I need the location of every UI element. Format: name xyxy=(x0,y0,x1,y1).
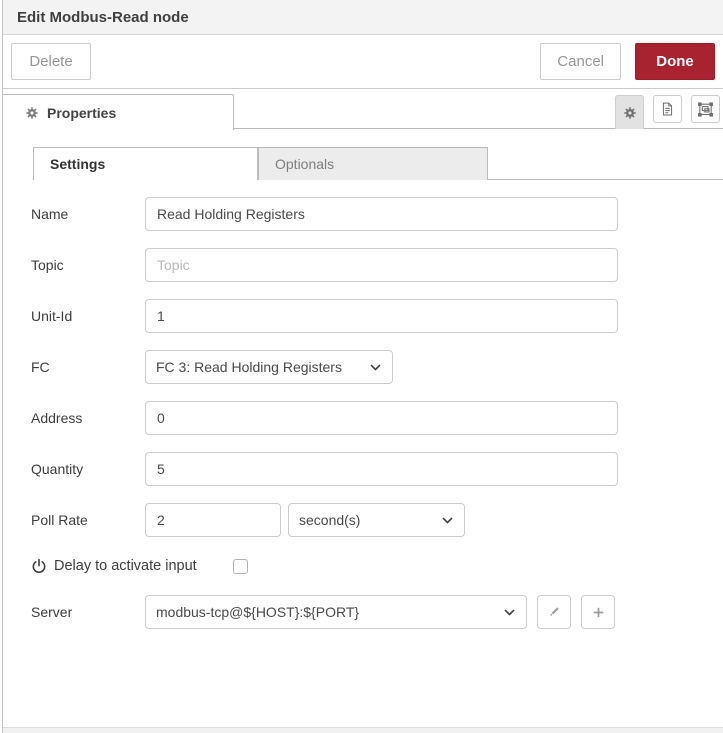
delay-label: Delay to activate input xyxy=(54,558,197,574)
chevron-down-icon xyxy=(441,514,454,527)
topic-label: Topic xyxy=(31,257,64,273)
address-label: Address xyxy=(31,410,83,426)
done-button[interactable]: Done xyxy=(635,43,715,80)
quantity-label: Quantity xyxy=(31,461,84,477)
poll-rate-unit-select[interactable]: second(s) xyxy=(288,503,465,537)
tab-properties-label: Properties xyxy=(47,104,117,121)
object-group-icon xyxy=(697,101,714,118)
pencil-icon xyxy=(547,605,561,619)
quantity-input[interactable] xyxy=(145,452,618,486)
gear-icon xyxy=(623,106,637,120)
quantity-row: Quantity xyxy=(31,452,723,486)
tab-properties[interactable]: Properties xyxy=(3,94,234,130)
dialog-footer-edge xyxy=(3,727,723,733)
server-label: Server xyxy=(31,604,73,620)
gear-icon xyxy=(25,106,39,120)
address-row: Address xyxy=(31,401,723,435)
topic-input[interactable] xyxy=(145,248,618,282)
tab-settings[interactable]: Settings xyxy=(33,147,258,180)
unit-id-input[interactable] xyxy=(145,299,618,333)
edit-server-button[interactable] xyxy=(537,595,571,629)
unit-id-label: Unit-Id xyxy=(31,308,73,324)
delay-checkbox[interactable] xyxy=(232,558,248,574)
properties-gear-button[interactable] xyxy=(615,95,644,129)
tab-optionals[interactable]: Optionals xyxy=(258,147,488,180)
editor-tab-bar: Properties xyxy=(3,89,723,130)
plus-icon xyxy=(591,605,606,620)
fc-select-value: FC 3: Read Holding Registers xyxy=(156,359,342,375)
tab-settings-label: Settings xyxy=(50,156,106,172)
poll-rate-label: Poll Rate xyxy=(31,512,88,528)
dialog-header: Edit Modbus-Read node xyxy=(3,0,723,35)
subtab-bar: Settings Optionals xyxy=(33,147,723,180)
dialog-title: Edit Modbus-Read node xyxy=(17,8,189,26)
description-button[interactable] xyxy=(653,95,682,123)
tab-optionals-label: Optionals xyxy=(275,156,335,172)
delete-button[interactable]: Delete xyxy=(11,43,91,80)
add-server-button[interactable] xyxy=(581,595,615,629)
poll-rate-unit-value: second(s) xyxy=(299,512,361,528)
server-select[interactable]: modbus-tcp@${HOST}:${PORT} xyxy=(145,595,527,629)
power-icon xyxy=(31,558,47,574)
topic-row: Topic xyxy=(31,248,723,282)
dialog-toolbar: Delete Cancel Done xyxy=(3,35,723,89)
editor-tab-buttons xyxy=(615,95,720,129)
name-row: Name xyxy=(31,197,723,231)
fc-select[interactable]: FC 3: Read Holding Registers xyxy=(145,350,393,384)
name-label: Name xyxy=(31,206,69,222)
poll-rate-row: Poll Rate second(s) xyxy=(31,503,723,537)
chevron-down-icon xyxy=(503,606,516,619)
fc-row: FC FC 3: Read Holding Registers xyxy=(31,350,723,384)
address-input[interactable] xyxy=(145,401,618,435)
poll-rate-input[interactable] xyxy=(145,503,281,537)
settings-form: Name Topic Unit-Id FC FC 3: Read Holding… xyxy=(3,180,723,629)
appearance-button[interactable] xyxy=(691,95,720,123)
edit-node-dialog: Edit Modbus-Read node Delete Cancel Done xyxy=(2,0,723,733)
chevron-down-icon xyxy=(369,361,382,374)
cancel-button[interactable]: Cancel xyxy=(540,43,621,80)
unit-id-row: Unit-Id xyxy=(31,299,723,333)
fc-label: FC xyxy=(31,359,50,375)
server-select-value: modbus-tcp@${HOST}:${PORT} xyxy=(156,604,360,620)
server-row: Server modbus-tcp@${HOST}:${PORT} xyxy=(31,595,723,629)
name-input[interactable] xyxy=(145,197,618,231)
delay-row: Delay to activate input xyxy=(31,554,723,578)
document-icon xyxy=(660,101,675,117)
